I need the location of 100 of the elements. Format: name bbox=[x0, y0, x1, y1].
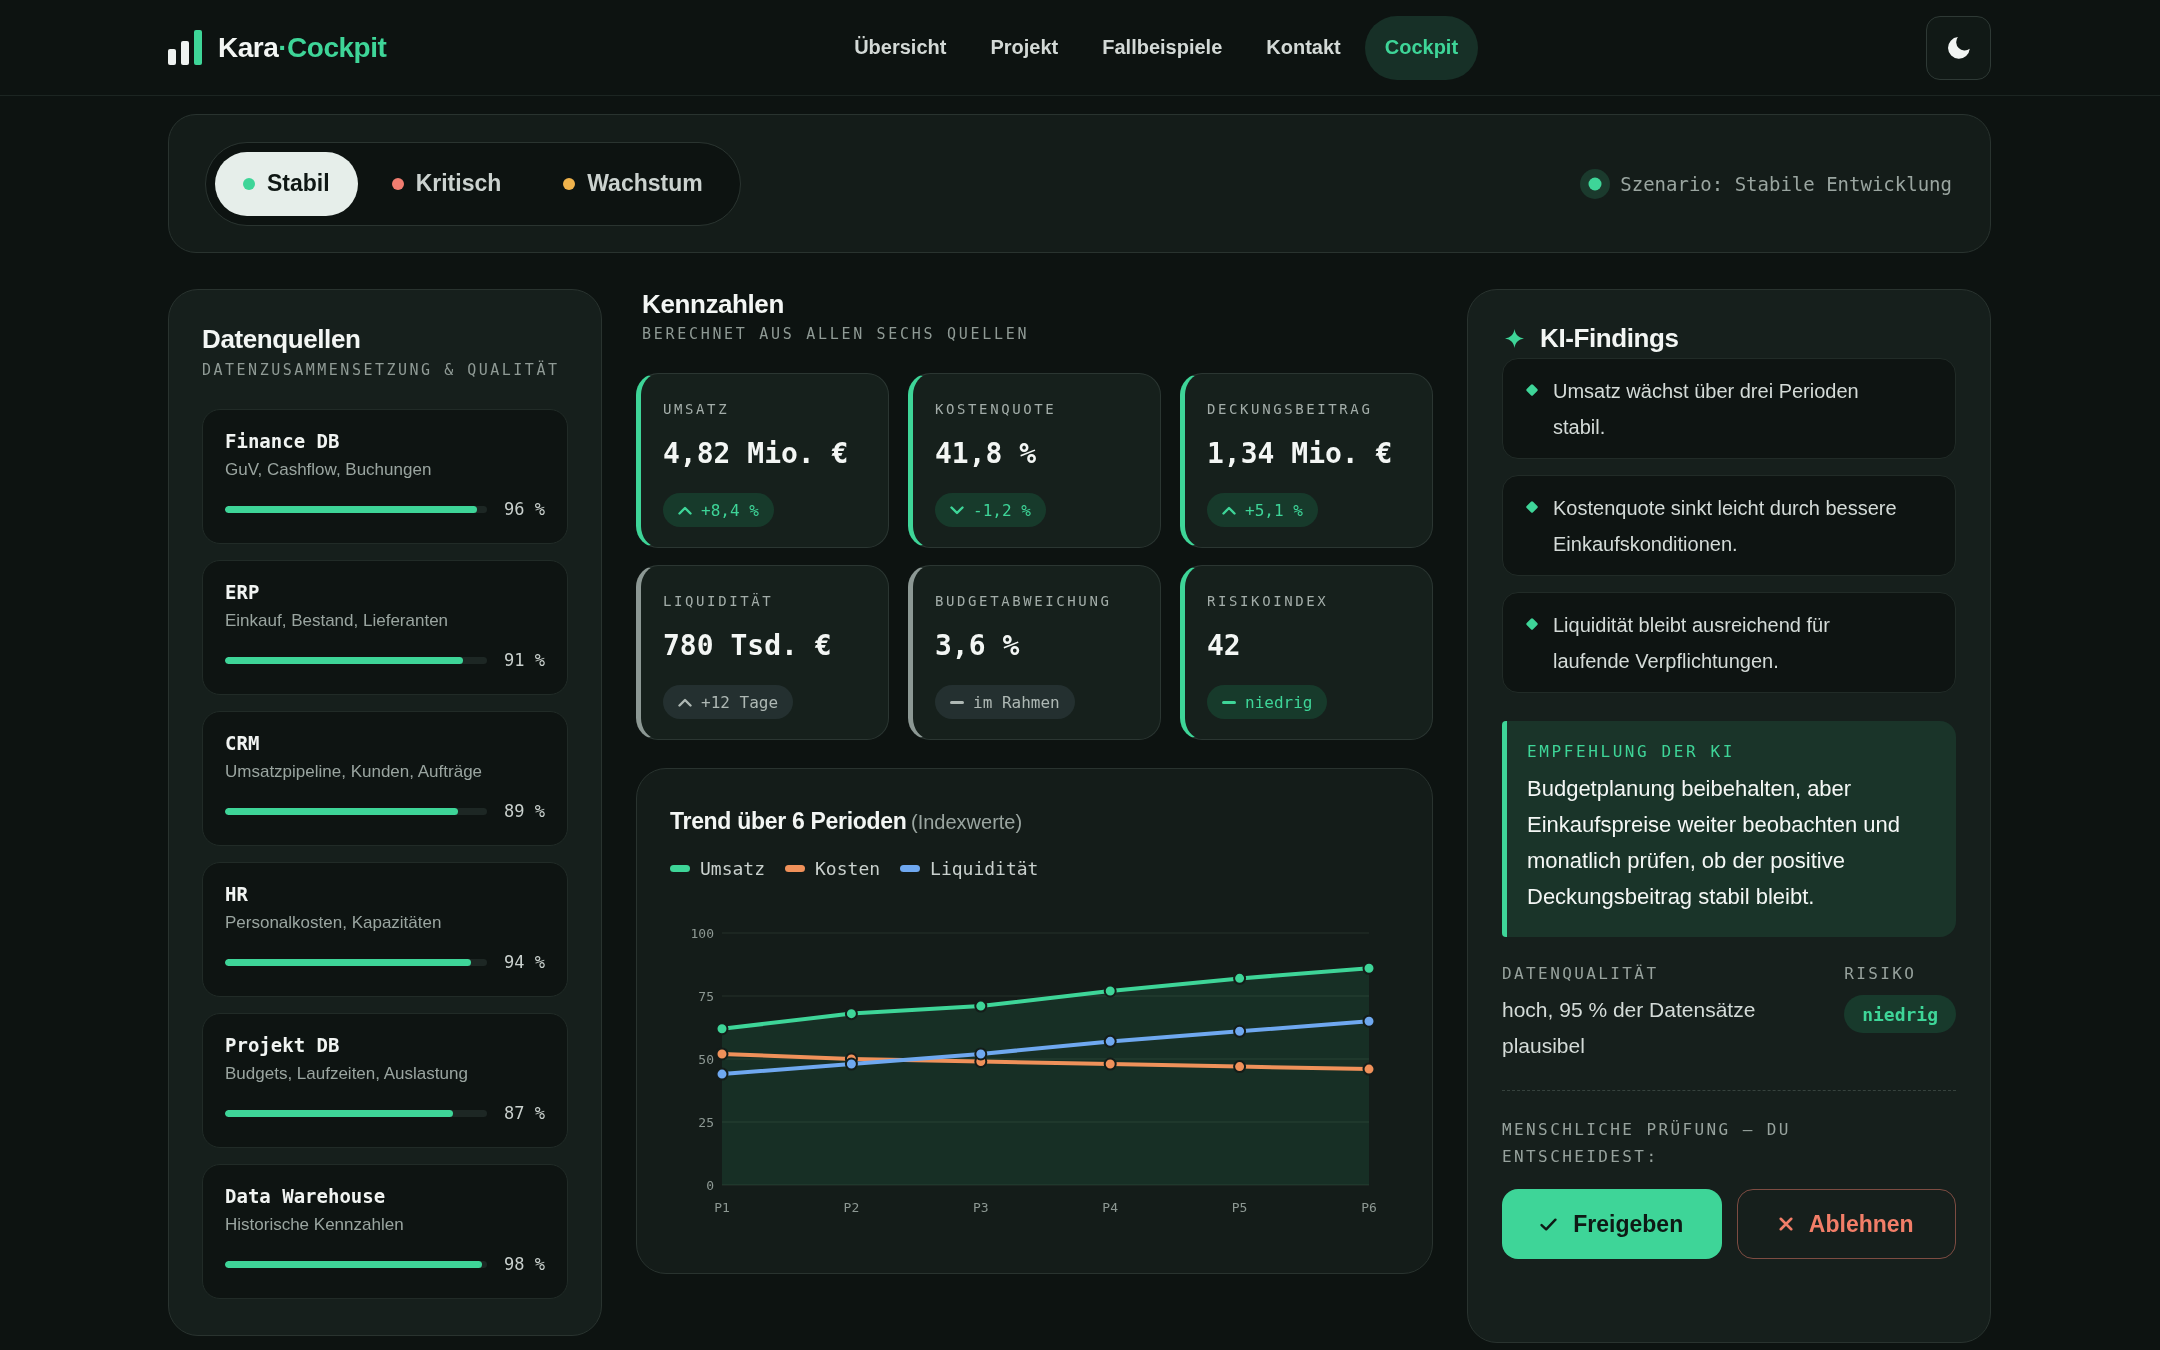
axis-label: P6 bbox=[1361, 1200, 1377, 1215]
theme-toggle-button[interactable] bbox=[1926, 15, 1991, 80]
axis-label: 50 bbox=[698, 1051, 714, 1067]
data-quality-label: DATENQUALITÄT bbox=[1502, 963, 1660, 985]
panel-subtitle: DATENZUSAMMENSETZUNG & QUALITÄT bbox=[202, 359, 561, 381]
source-name: ERP bbox=[225, 580, 261, 604]
kpi-value: 3,6 % bbox=[935, 628, 1021, 664]
data-point bbox=[1103, 1034, 1117, 1048]
change-value: -1,2 % bbox=[973, 500, 1031, 520]
brand-name: Kara·Cockpit bbox=[218, 31, 387, 64]
source-name: Projekt DB bbox=[225, 1033, 341, 1057]
data-point bbox=[1233, 971, 1247, 985]
change-value: +12 Tage bbox=[701, 692, 779, 712]
kpi-label: LIQUIDITÄT bbox=[663, 592, 775, 611]
data-point bbox=[715, 1067, 729, 1081]
data-point bbox=[1362, 1014, 1376, 1028]
change-value: im Rahmen bbox=[973, 692, 1060, 712]
kpi-label: DECKUNGSBEITRAG bbox=[1207, 400, 1374, 419]
axis-label: 75 bbox=[698, 988, 714, 1004]
data-point bbox=[844, 1007, 858, 1021]
axis-label: 100 bbox=[690, 925, 714, 941]
finding-text: Umsatz wächst über drei Perioden stabil. bbox=[1553, 379, 1860, 440]
source-name: Finance DB bbox=[225, 429, 341, 453]
source-description: Historische Kennzahlen bbox=[225, 1214, 405, 1236]
kpi-label: BUDGETABWEICHUNG bbox=[935, 592, 1113, 611]
panel-title: Datenquellen bbox=[202, 324, 362, 354]
axis-label: P5 bbox=[1231, 1200, 1248, 1215]
source-name: CRM bbox=[225, 731, 261, 755]
sparkle-icon bbox=[1505, 328, 1524, 348]
quality-reading: 87 % bbox=[503, 1103, 545, 1123]
legend-label: Kosten bbox=[815, 857, 881, 879]
bar-chart-logo-icon bbox=[168, 30, 204, 65]
cross-icon bbox=[1778, 1217, 1793, 1231]
finding-text: Liquidität bleibt ausreichend für laufende Verpflichtungen. bbox=[1553, 613, 1831, 674]
chart-title: Trend über 6 Perioden (Indexwerte) bbox=[670, 807, 1024, 836]
review-prompt: MENSCHLICHE PRÜFUNG – DU ENTSCHEIDEST: bbox=[1502, 1119, 1792, 1168]
kpi-value: 4,82 Mio. € bbox=[663, 436, 850, 472]
quality-reading: 98 % bbox=[503, 1254, 545, 1274]
kpi-value: 780 Tsd. € bbox=[663, 628, 833, 664]
quality-reading: 96 % bbox=[503, 499, 545, 519]
check-icon bbox=[1540, 1217, 1558, 1231]
change-value: niedrig bbox=[1245, 692, 1313, 712]
scenario-tab[interactable]: Kritisch bbox=[363, 151, 530, 216]
recommendation-label: EMPFEHLUNG DER KI bbox=[1527, 741, 1736, 763]
data-point bbox=[1362, 1062, 1376, 1076]
moon-icon bbox=[1947, 36, 1970, 59]
diamond-bullet-icon bbox=[1525, 617, 1539, 631]
kpi-label: RISIKOINDEX bbox=[1207, 592, 1330, 611]
section-title: Kennzahlen bbox=[642, 289, 785, 319]
section-subtitle: BERECHNET AUS ALLEN SECHS QUELLEN bbox=[642, 324, 1031, 345]
source-name: Data Warehouse bbox=[225, 1184, 387, 1208]
data-point bbox=[715, 1022, 729, 1036]
data-point bbox=[974, 999, 988, 1013]
nav-link[interactable]: Kontakt bbox=[1246, 15, 1361, 80]
legend-label: Liquidität bbox=[930, 857, 1039, 879]
change-value: +8,4 % bbox=[701, 500, 759, 520]
recommendation-text: Budgetplanung beibehalten, aber Einkaufspreise weiter beobachten und monatlich prüfen, ob der positive Deckungsbeitrag stabil bleibt. bbox=[1527, 775, 1902, 911]
change-value: +5,1 % bbox=[1245, 500, 1303, 520]
source-description: GuV, Cashflow, Buchungen bbox=[225, 459, 433, 481]
risk-badge: niedrig bbox=[1844, 995, 1956, 1033]
kpi-value: 1,34 Mio. € bbox=[1207, 436, 1394, 472]
quality-reading: 94 % bbox=[503, 952, 545, 972]
data-quality-text: hoch, 95 % der Datensätze plausibel bbox=[1502, 997, 1757, 1059]
data-point bbox=[974, 1047, 988, 1061]
data-point bbox=[1362, 961, 1376, 975]
finding-text: Kostenquote sinkt leicht durch bessere Einkaufskonditionen. bbox=[1553, 496, 1898, 557]
nav-link[interactable]: Cockpit bbox=[1364, 15, 1479, 80]
kpi-value: 41,8 % bbox=[935, 436, 1038, 472]
nav-link[interactable]: Projekt bbox=[970, 15, 1079, 80]
risk-label: RISIKO bbox=[1844, 963, 1917, 985]
data-point bbox=[1233, 1060, 1247, 1074]
source-description: Budgets, Laufzeiten, Auslastung bbox=[225, 1063, 469, 1085]
legend-label: Umsatz bbox=[700, 857, 766, 879]
scenario-tab[interactable]: Stabil bbox=[215, 151, 358, 216]
status-dot-icon bbox=[1580, 168, 1611, 199]
data-point bbox=[1103, 984, 1117, 998]
axis-label: P2 bbox=[843, 1200, 860, 1215]
reject-button[interactable]: Ablehnen bbox=[1736, 1189, 1956, 1259]
diamond-bullet-icon bbox=[1525, 500, 1539, 514]
scenario-label: Szenario: Stabile Entwicklung bbox=[1620, 172, 1952, 195]
axis-label: P4 bbox=[1102, 1200, 1119, 1215]
axis-label: P3 bbox=[972, 1200, 989, 1215]
panel-title: KI-Findings bbox=[1540, 323, 1679, 353]
source-description: Einkauf, Bestand, Lieferanten bbox=[225, 610, 450, 632]
source-description: Umsatzpipeline, Kunden, Aufträge bbox=[225, 761, 484, 783]
data-point bbox=[1103, 1057, 1117, 1071]
data-point bbox=[1233, 1024, 1247, 1038]
approve-button[interactable]: Freigeben bbox=[1502, 1189, 1722, 1259]
kpi-label: UMSATZ bbox=[663, 400, 731, 419]
kpi-value: 42 bbox=[1207, 628, 1242, 664]
quality-reading: 89 % bbox=[503, 801, 545, 821]
source-description: Personalkosten, Kapazitäten bbox=[225, 912, 443, 934]
quality-reading: 91 % bbox=[503, 650, 545, 670]
diamond-bullet-icon bbox=[1525, 383, 1539, 397]
scenario-tab[interactable]: Wachstum bbox=[535, 151, 731, 216]
nav-link[interactable]: Fallbeispiele bbox=[1082, 15, 1243, 80]
kpi-label: KOSTENQUOTE bbox=[935, 400, 1058, 419]
nav-link[interactable]: Übersicht bbox=[834, 15, 967, 80]
data-point bbox=[715, 1047, 729, 1061]
source-name: HR bbox=[225, 882, 249, 906]
